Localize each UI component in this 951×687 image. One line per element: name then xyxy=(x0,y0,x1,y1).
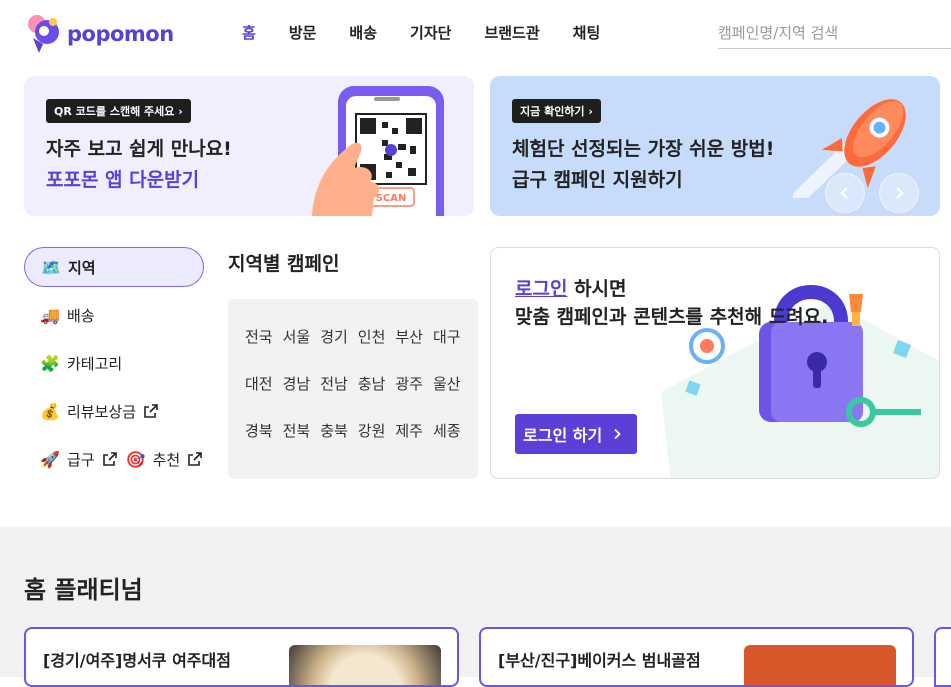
sidebar-item-label: 배송 xyxy=(67,306,95,325)
top-bar: popomon 홈 방문 배송 기자단 브랜드관 채팅 xyxy=(0,0,951,68)
puzzle-icon: 🧩 xyxy=(40,353,60,373)
external-link-icon xyxy=(102,452,117,466)
region-link[interactable]: 울산 xyxy=(433,373,471,394)
region-link[interactable]: 부산 xyxy=(395,326,433,347)
banner-tag: QR 코드를 스캔해 주세요 › xyxy=(46,99,191,123)
chevron-right-icon xyxy=(614,428,621,440)
scan-label: SCAN xyxy=(376,193,407,204)
region-link[interactable]: 경북 xyxy=(245,420,283,441)
sidebar-item-delivery[interactable]: 🚚 배송 xyxy=(24,295,204,335)
region-panel: 전국 서울 경기 인천 부산 대구 대전 경남 전남 충남 광주 울산 경북 전… xyxy=(228,299,478,479)
section-title: 홈 플래티넘 xyxy=(24,576,143,604)
external-link-icon xyxy=(188,452,203,466)
sidebar-item-label: 카테고리 xyxy=(67,354,123,373)
login-link[interactable]: 로그인 xyxy=(515,278,567,300)
map-icon: 🗺️ xyxy=(41,257,61,277)
sidebar-item-urgent[interactable]: 🚀 급구 xyxy=(40,449,118,470)
category-sidebar: 🗺️ 지역 🚚 배송 🧩 카테고리 💰 리뷰보상금 🚀 급구 🎯 추천 xyxy=(24,247,204,487)
nav-visit[interactable]: 방문 xyxy=(289,22,317,43)
truck-icon: 🚚 xyxy=(40,305,60,325)
lock-key-illustration xyxy=(661,285,939,478)
logo-text: popomon xyxy=(67,22,174,46)
nav-home[interactable]: 홈 xyxy=(242,22,256,43)
region-link[interactable]: 인천 xyxy=(358,326,396,347)
search-input[interactable] xyxy=(718,18,951,48)
login-benefit-text: 맞춤 캠페인과 콘텐츠를 추천해 드려요. xyxy=(515,306,829,328)
carousel-prev-button[interactable] xyxy=(825,173,865,213)
login-prompt: 로그인 하시면 xyxy=(515,278,627,300)
money-bag-icon: 💰 xyxy=(40,401,60,421)
main-nav: 홈 방문 배송 기자단 브랜드관 채팅 xyxy=(242,22,633,43)
sidebar-item-label: 추천 xyxy=(152,450,181,469)
logo[interactable]: popomon xyxy=(27,14,174,54)
campaign-card[interactable]: [부산/진구]베이커스 범내골점 xyxy=(479,627,914,687)
campaign-card-partial[interactable] xyxy=(934,627,951,687)
rocket-icon: 🚀 xyxy=(40,449,60,469)
region-link[interactable]: 서울 xyxy=(283,326,321,347)
carousel-next-button[interactable] xyxy=(879,173,919,213)
login-promo-card: 로그인 하시면 맞춤 캠페인과 콘텐츠를 추천해 드려요. 로그인 하기 xyxy=(490,247,940,479)
sidebar-item-category[interactable]: 🧩 카테고리 xyxy=(24,343,204,383)
banner-subheadline: 포포몬 앱 다운받기 xyxy=(46,169,200,191)
sidebar-item-review-reward[interactable]: 💰 리뷰보상금 xyxy=(24,391,204,431)
region-title: 지역별 캠페인 xyxy=(228,253,340,275)
logo-icon xyxy=(28,15,59,53)
chevron-right-icon xyxy=(896,187,904,199)
campaign-title: [경기/여주]명서쿠 여주대점 xyxy=(43,651,231,670)
region-link[interactable]: 대전 xyxy=(245,373,283,394)
campaign-title: [부산/진구]베이커스 범내골점 xyxy=(498,651,701,670)
home-platinum-section: 홈 플래티넘 [경기/여주]명서쿠 여주대점 [부산/진구]베이커스 범내골점 xyxy=(0,527,951,687)
sidebar-item-region[interactable]: 🗺️ 지역 xyxy=(24,247,204,287)
region-link[interactable]: 광주 xyxy=(395,373,433,394)
region-link[interactable]: 강원 xyxy=(358,420,396,441)
banner-subheadline: 급구 캠페인 지원하기 xyxy=(512,169,683,191)
sidebar-item-label: 급구 xyxy=(67,450,95,469)
region-link[interactable]: 충북 xyxy=(320,420,358,441)
campaign-card[interactable]: [경기/여주]명서쿠 여주대점 xyxy=(24,627,459,687)
app-download-banner[interactable]: QR 코드를 스캔해 주세요 › 자주 보고 쉽게 만나요! 포포몬 앱 다운받… xyxy=(24,76,474,216)
nav-chat[interactable]: 채팅 xyxy=(573,22,601,43)
region-link[interactable]: 충남 xyxy=(358,373,396,394)
region-link[interactable]: 세종 xyxy=(433,420,471,441)
region-grid: 전국 서울 경기 인천 부산 대구 대전 경남 전남 충남 광주 울산 경북 전… xyxy=(245,326,471,441)
target-icon: 🎯 xyxy=(125,449,146,469)
search-box xyxy=(718,18,951,49)
sidebar-row-urgent-recommend: 🚀 급구 🎯 추천 xyxy=(24,439,204,479)
external-link-icon xyxy=(144,404,158,418)
banner-tag: 지금 확인하기 › xyxy=(512,99,601,123)
urgent-campaign-banner[interactable]: 지금 확인하기 › 체험단 선정되는 가장 쉬운 방법! 급구 캠페인 지원하기 xyxy=(490,76,940,216)
sidebar-item-label: 지역 xyxy=(68,258,96,277)
banner-headline: 자주 보고 쉽게 만나요! xyxy=(46,138,232,160)
chevron-left-icon xyxy=(840,187,848,199)
campaign-thumbnail xyxy=(744,645,896,685)
nav-reporters[interactable]: 기자단 xyxy=(410,22,451,43)
region-link[interactable]: 제주 xyxy=(395,420,433,441)
phone-qr-illustration: SCAN xyxy=(312,86,444,216)
region-link[interactable]: 대구 xyxy=(433,326,471,347)
region-link[interactable]: 경남 xyxy=(283,373,321,394)
campaign-thumbnail xyxy=(289,645,441,685)
region-link[interactable]: 전국 xyxy=(245,326,283,347)
nav-delivery[interactable]: 배송 xyxy=(349,22,377,43)
region-link[interactable]: 경기 xyxy=(320,326,358,347)
banner-headline: 체험단 선정되는 가장 쉬운 방법! xyxy=(512,138,775,160)
login-button[interactable]: 로그인 하기 xyxy=(515,414,637,454)
region-link[interactable]: 전북 xyxy=(283,420,321,441)
region-link[interactable]: 전남 xyxy=(320,373,358,394)
nav-brand[interactable]: 브랜드관 xyxy=(484,22,539,43)
sidebar-item-recommend[interactable]: 🎯 추천 xyxy=(126,449,204,470)
sidebar-item-label: 리뷰보상금 xyxy=(67,402,137,421)
